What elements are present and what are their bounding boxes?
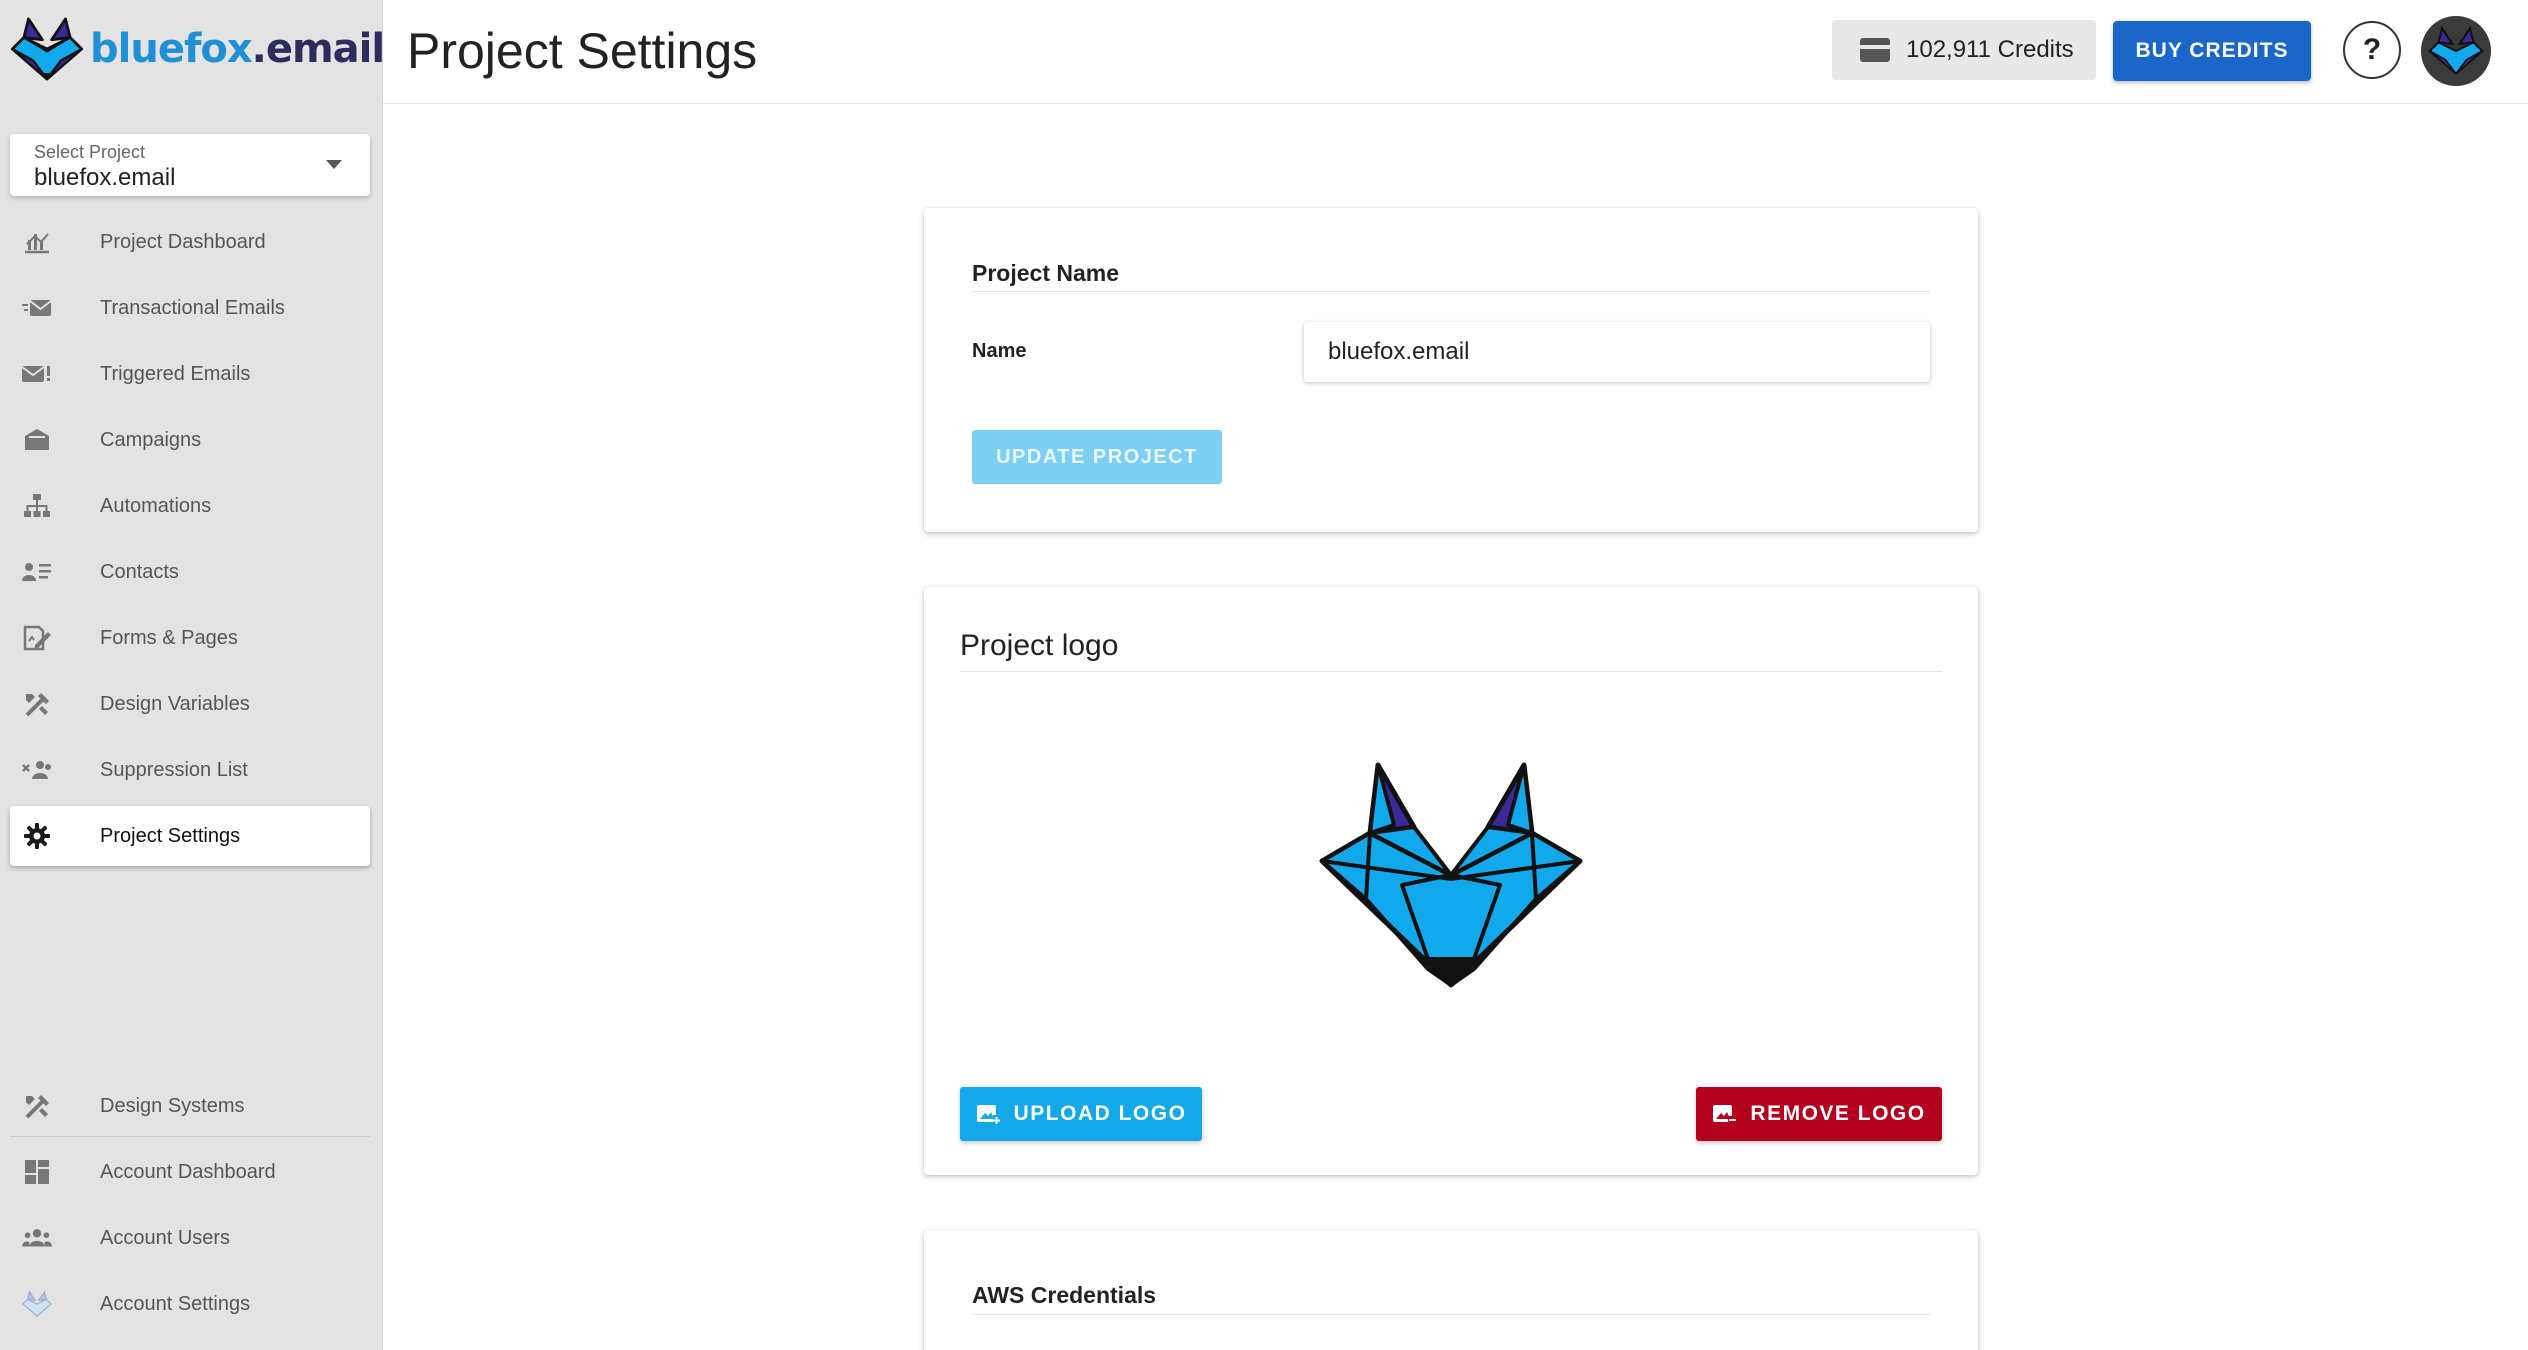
sidebar-item-label: Transactional Emails	[100, 296, 285, 319]
project-name-heading: Project Name	[972, 260, 1120, 286]
mail-alert-icon	[22, 361, 52, 387]
project-logo-image	[1319, 762, 1583, 988]
project-select-value: bluefox.email	[34, 164, 176, 191]
sidebar-item-transactional-emails[interactable]: Transactional Emails	[10, 278, 370, 338]
section-divider	[960, 671, 1942, 672]
form-edit-icon	[22, 625, 52, 651]
fox-logo-icon	[10, 17, 84, 81]
sidebar-item-label: Design Systems	[100, 1094, 245, 1117]
credits-count: 102,911 Credits	[1906, 36, 2074, 63]
project-name-input[interactable]	[1304, 322, 1930, 382]
sidebar-item-label: Suppression List	[100, 758, 248, 781]
sidebar-item-campaigns[interactable]: Campaigns	[10, 410, 370, 470]
sidebar-item-suppression-list[interactable]: Suppression List	[10, 740, 370, 800]
sidebar-nav: Project Dashboard Transactional Emails T…	[10, 212, 370, 872]
sidebar-item-project-settings[interactable]: Project Settings	[10, 806, 370, 866]
project-logo-card: Project logo UPLOAD LOGO REMOVE LOGO	[924, 587, 1978, 1175]
sidebar-item-label: Project Dashboard	[100, 230, 266, 253]
credits-chip[interactable]: 102,911 Credits	[1832, 20, 2096, 80]
sidebar-item-automations[interactable]: Automations	[10, 476, 370, 536]
sitemap-icon	[22, 493, 52, 519]
sidebar-item-design-variables[interactable]: Design Variables	[10, 674, 370, 734]
contacts-list-icon	[22, 559, 52, 585]
upload-logo-label: UPLOAD LOGO	[1013, 1102, 1187, 1125]
sidebar-item-account-users[interactable]: Account Users	[10, 1208, 370, 1268]
brand-logo[interactable]: bluefox.email	[10, 14, 385, 84]
sidebar-item-label: Account Dashboard	[100, 1160, 276, 1183]
credit-card-icon	[1860, 38, 1890, 62]
aws-credentials-card: AWS Credentials	[924, 1230, 1978, 1350]
project-select-label: Select Project	[34, 142, 146, 162]
design-tools-icon	[22, 691, 52, 717]
image-add-icon	[976, 1103, 1000, 1125]
caret-down-icon	[326, 160, 342, 169]
project-logo-heading: Project logo	[960, 629, 1119, 662]
sidebar-item-label: Project Settings	[100, 824, 241, 847]
sidebar-item-design-systems[interactable]: Design Systems	[10, 1076, 370, 1136]
sidebar-item-label: Contacts	[100, 560, 179, 583]
sidebar-item-label: Design Variables	[100, 692, 250, 715]
sidebar-item-label: Account Users	[100, 1226, 231, 1249]
upload-logo-button[interactable]: UPLOAD LOGO	[960, 1087, 1202, 1141]
section-divider	[972, 1314, 1930, 1315]
gear-icon	[22, 823, 52, 849]
sidebar-item-account-settings[interactable]: Account Settings	[10, 1274, 370, 1334]
remove-logo-button[interactable]: REMOVE LOGO	[1696, 1087, 1942, 1141]
help-button[interactable]: ?	[2343, 21, 2401, 79]
page-title: Project Settings	[407, 23, 758, 79]
chart-icon	[22, 229, 52, 255]
sidebar-item-triggered-emails[interactable]: Triggered Emails	[10, 344, 370, 404]
update-project-button[interactable]: UPDATE PROJECT	[972, 430, 1222, 484]
section-divider	[972, 291, 1930, 292]
sidebar-divider	[10, 1136, 370, 1137]
remove-logo-label: REMOVE LOGO	[1750, 1102, 1926, 1125]
top-bar: Project Settings 102,911 Credits BUY CRE…	[383, 0, 2528, 104]
sidebar-item-project-dashboard[interactable]: Project Dashboard	[10, 212, 370, 272]
avatar[interactable]	[2421, 16, 2491, 86]
users-blocked-icon	[22, 757, 52, 783]
users-icon	[22, 1225, 52, 1251]
sidebar-item-forms-pages[interactable]: Forms & Pages	[10, 608, 370, 668]
sidebar-item-label: Automations	[100, 494, 212, 517]
fast-mail-icon	[22, 295, 52, 321]
mailbox-icon	[22, 427, 52, 453]
project-name-card: Project Name Name UPDATE PROJECT	[924, 208, 1978, 532]
project-select[interactable]: Select Project bluefox.email	[10, 134, 370, 196]
sidebar-item-label: Campaigns	[100, 428, 202, 451]
aws-credentials-heading: AWS Credentials	[972, 1282, 1157, 1308]
dashboard-icon	[22, 1159, 52, 1185]
brand-name: bluefox.email	[90, 26, 385, 72]
sidebar-account-nav: Design Systems Account Dashboard Account…	[10, 1076, 370, 1340]
fox-avatar-icon	[2428, 26, 2484, 76]
sidebar-item-label: Account Settings	[100, 1292, 251, 1315]
image-remove-icon	[1712, 1103, 1737, 1125]
sidebar: bluefox.email Select Project bluefox.ema…	[0, 0, 385, 1350]
sidebar-item-contacts[interactable]: Contacts	[10, 542, 370, 602]
sidebar-item-label: Triggered Emails	[100, 362, 251, 385]
sidebar-item-label: Forms & Pages	[100, 626, 238, 649]
design-tools-icon	[22, 1093, 52, 1119]
buy-credits-button[interactable]: BUY CREDITS	[2113, 21, 2311, 81]
sidebar-item-account-dashboard[interactable]: Account Dashboard	[10, 1142, 370, 1202]
name-field-label: Name	[972, 340, 1027, 362]
fox-settings-icon	[22, 1290, 52, 1317]
